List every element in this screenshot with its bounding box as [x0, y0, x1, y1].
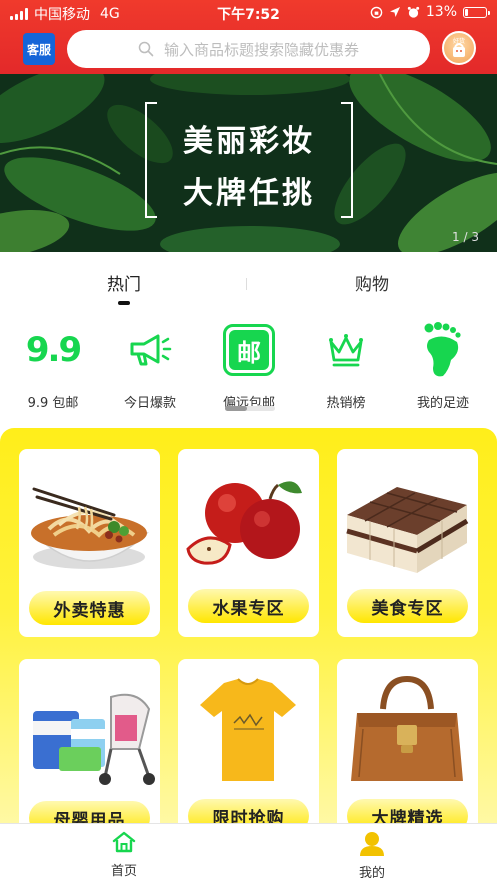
- battery-percent: 13%: [425, 4, 457, 20]
- entry-label: 热销榜: [326, 396, 366, 411]
- category-section: 外卖特惠 水果专区 美食专区 母婴用品 限时抢购 大牌精选: [0, 428, 497, 847]
- noodles-image: [31, 487, 149, 569]
- category-tabs: 热门 购物: [0, 252, 497, 308]
- category-label: 美食专区: [347, 589, 468, 623]
- megaphone-icon: [130, 334, 172, 366]
- battery-icon: [463, 6, 490, 18]
- entry-label: 今日爆款: [123, 396, 176, 411]
- cake-image: [346, 487, 469, 573]
- category-card-fruit[interactable]: 水果专区: [178, 449, 319, 637]
- nav-mine-label: 我的: [358, 866, 385, 881]
- status-bar: 中国移动 4G 下午7:52 13%: [0, 0, 497, 26]
- entry-remote-shipping[interactable]: 邮 偏远包邮: [199, 322, 299, 411]
- banner-subtitle: 大牌任挑: [183, 176, 315, 211]
- tab-hot[interactable]: 热门: [0, 270, 248, 295]
- crown-icon: [329, 334, 363, 367]
- footprint-icon: [424, 322, 461, 377]
- apples-image: [186, 481, 302, 565]
- avatar-text: 好货: [453, 37, 465, 45]
- nine-nine-icon: 9.9: [25, 330, 82, 370]
- baby-products-image: [33, 693, 155, 785]
- entry-label: 我的足迹: [416, 396, 469, 411]
- category-card-brands[interactable]: 大牌精选: [337, 659, 478, 847]
- rotation-lock-icon: [370, 6, 383, 18]
- nav-home-label: 首页: [110, 864, 137, 879]
- location-icon: [389, 7, 400, 17]
- promo-banner[interactable]: 美丽彩妆 大牌任挑 1 / 3: [0, 74, 497, 252]
- banner-pager: 1 / 3: [452, 230, 479, 244]
- avatar[interactable]: 好货: [442, 31, 476, 65]
- home-icon: [112, 831, 136, 853]
- category-card-food[interactable]: 美食专区: [337, 449, 478, 637]
- handbag-image: [351, 675, 463, 781]
- nav-home[interactable]: 首页: [0, 830, 248, 879]
- header: 中国移动 4G 下午7:52 13% 客服 输入商品标题搜索隐藏优惠券 好货: [0, 0, 497, 74]
- category-card-baby[interactable]: 母婴用品: [19, 659, 160, 847]
- scroll-indicator: [225, 406, 275, 411]
- category-label: 水果专区: [188, 589, 309, 623]
- nav-mine[interactable]: 我的: [248, 830, 496, 881]
- bottom-nav: 首页 我的: [0, 823, 497, 883]
- entry-label: 9.9 包邮: [27, 396, 79, 411]
- customer-service-button[interactable]: 客服: [23, 33, 55, 65]
- search-input[interactable]: 输入商品标题搜索隐藏优惠券: [67, 30, 430, 68]
- entry-my-footprint[interactable]: 我的足迹: [393, 322, 493, 411]
- alarm-icon: [407, 6, 420, 18]
- category-card-takeaway[interactable]: 外卖特惠: [19, 449, 160, 637]
- gift-icon: 好货: [453, 37, 465, 57]
- tab-shopping[interactable]: 购物: [248, 270, 496, 295]
- search-placeholder: 输入商品标题搜索隐藏优惠券: [163, 40, 359, 59]
- category-label: 外卖特惠: [29, 591, 150, 625]
- post-icon: 邮: [223, 324, 275, 376]
- tab-divider: [246, 278, 247, 290]
- entry-today-hot[interactable]: 今日爆款: [100, 322, 200, 411]
- app-screen: 中国移动 4G 下午7:52 13% 客服 输入商品标题搜索隐藏优惠券 好货 美…: [0, 0, 497, 883]
- category-card-flash-sale[interactable]: 限时抢购: [178, 659, 319, 847]
- banner-title: 美丽彩妆: [183, 124, 315, 159]
- quick-entry-row: 9.9 9.9 包邮 今日爆款 邮 偏远包邮 热销榜 我的足迹: [0, 310, 497, 422]
- entry-nine-nine[interactable]: 9.9 9.9 包邮: [3, 322, 103, 411]
- user-icon: [360, 832, 384, 856]
- entry-bestsellers[interactable]: 热销榜: [296, 322, 396, 411]
- active-tab-indicator: [118, 301, 130, 305]
- banner-frame: 美丽彩妆 大牌任挑: [145, 102, 353, 218]
- search-icon: [138, 41, 154, 57]
- tshirt-image: [200, 678, 296, 781]
